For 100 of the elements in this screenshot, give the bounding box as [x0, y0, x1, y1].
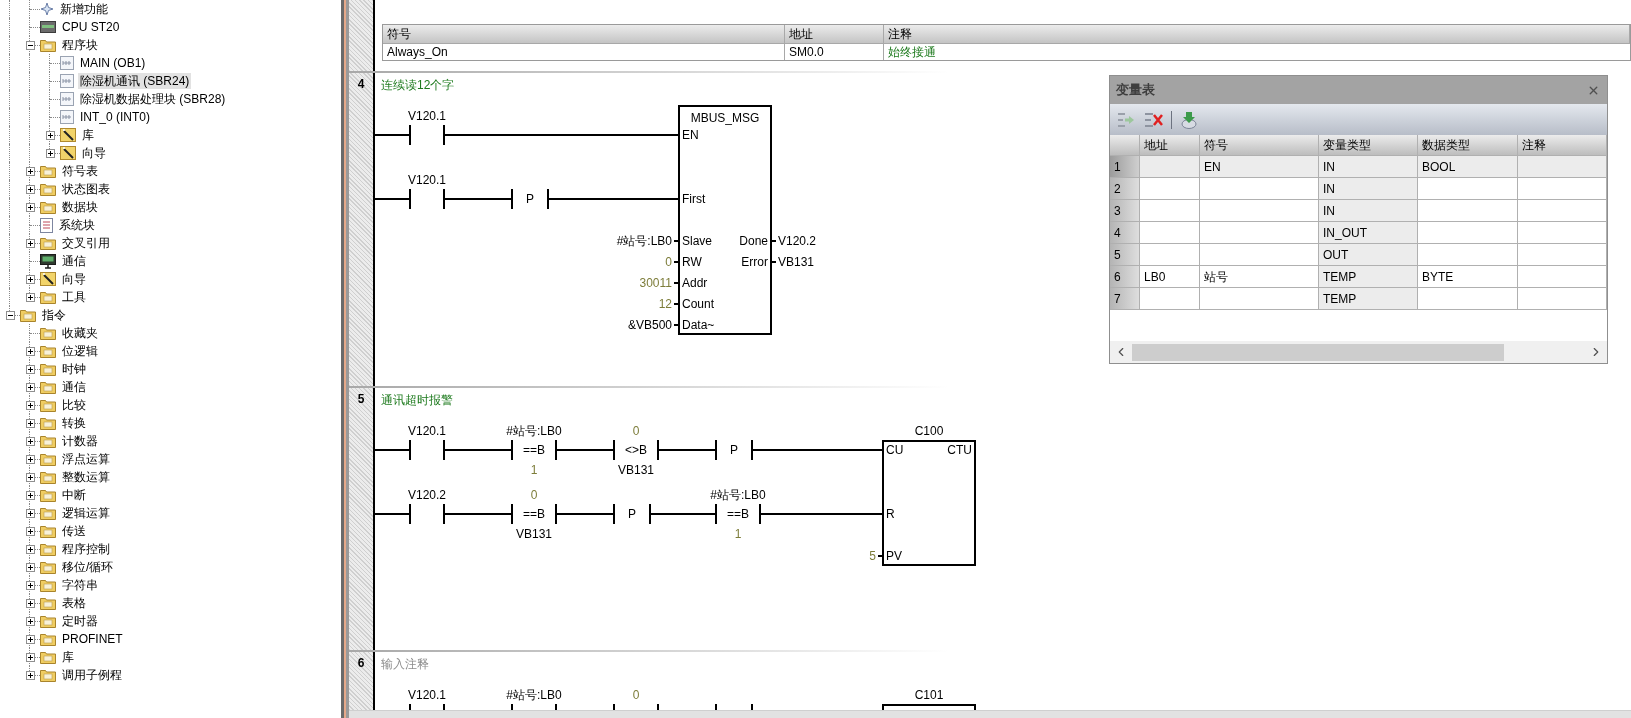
expand-button[interactable]	[45, 148, 55, 158]
row-header[interactable]: 1	[1110, 156, 1140, 178]
row-header[interactable]: 7	[1110, 288, 1140, 310]
tree-item[interactable]: 浮点运算	[60, 451, 112, 467]
tree-item[interactable]: 程序控制	[60, 541, 112, 557]
expand-button[interactable]	[25, 616, 35, 626]
tree-item[interactable]: 除湿机数据处理块 (SBR28)	[78, 91, 228, 107]
expand-button[interactable]	[25, 184, 35, 194]
plus-icon	[27, 474, 33, 480]
tree-item[interactable]: 调用子例程	[60, 667, 124, 683]
expand-button[interactable]	[25, 670, 35, 680]
pin-label: EN	[682, 128, 699, 142]
tree-item[interactable]: 符号表	[60, 163, 100, 179]
expand-button[interactable]	[25, 346, 35, 356]
tree-item[interactable]: 向导	[80, 145, 108, 161]
tree-item[interactable]: PROFINET	[60, 631, 125, 647]
tree-item[interactable]: 交叉引用	[60, 235, 112, 251]
expand-button[interactable]	[25, 472, 35, 482]
operand-label: 12	[658, 297, 672, 311]
network-number: 5	[357, 391, 365, 407]
expand-button[interactable]	[25, 652, 35, 662]
row-header[interactable]: 4	[1110, 222, 1140, 244]
tree-item[interactable]: 工具	[60, 289, 88, 305]
expand-button[interactable]	[25, 382, 35, 392]
folder-icon	[40, 632, 56, 646]
expand-button[interactable]	[25, 598, 35, 608]
tree-item[interactable]: 计数器	[60, 433, 100, 449]
page-icon	[60, 56, 74, 70]
plus-icon	[27, 636, 33, 642]
horizontal-scrollbar[interactable]	[349, 710, 1631, 718]
expand-button[interactable]	[25, 508, 35, 518]
collapse-button[interactable]	[25, 40, 35, 50]
tree-item[interactable]: 转换	[60, 415, 88, 431]
tree-item[interactable]: 收藏夹	[60, 325, 100, 341]
delete-row-icon	[1144, 110, 1164, 129]
tree-item[interactable]: 时钟	[60, 361, 88, 377]
tree-item[interactable]: 通信	[60, 253, 88, 269]
tree-item[interactable]: 除湿机通讯 (SBR24)	[78, 73, 192, 89]
tree-item[interactable]: 移位/循环	[60, 559, 116, 575]
table-cell: 站号	[1200, 266, 1319, 288]
tree-item[interactable]: 库	[60, 649, 76, 665]
tree-item[interactable]: 程序块	[60, 37, 100, 53]
box-label: C101	[914, 688, 944, 702]
tree-item[interactable]: 字符串	[60, 577, 100, 593]
tree-item[interactable]: 定时器	[60, 613, 100, 629]
operand-label: V120.1	[408, 173, 446, 187]
expand-button[interactable]	[45, 130, 55, 140]
tree-item[interactable]: 位逻辑	[60, 343, 100, 359]
tree-item[interactable]: 库	[80, 127, 96, 143]
splitter[interactable]	[341, 0, 349, 718]
row-header[interactable]: 2	[1110, 178, 1140, 200]
tree-item[interactable]: 整数运算	[60, 469, 112, 485]
collapse-button[interactable]	[5, 310, 15, 320]
wire	[673, 261, 680, 263]
tree-item[interactable]: MAIN (OB1)	[78, 55, 148, 71]
tree-item[interactable]: 比较	[60, 397, 88, 413]
tree-item[interactable]: 传送	[60, 523, 88, 539]
expand-button[interactable]	[25, 364, 35, 374]
tree-item[interactable]: 中断	[60, 487, 88, 503]
expand-button[interactable]	[25, 400, 35, 410]
tree-item[interactable]: 通信	[60, 379, 88, 395]
row-header[interactable]: 3	[1110, 200, 1140, 222]
box-label: C100	[914, 424, 944, 438]
tree-item[interactable]: 新增功能	[58, 1, 110, 17]
expand-button[interactable]	[25, 274, 35, 284]
tree-item[interactable]: INT_0 (INT0)	[78, 109, 152, 125]
tree-item[interactable]: CPU ST20	[60, 19, 122, 35]
operand-label: #站号:LB0	[506, 424, 562, 438]
scrollbar-thumb[interactable]	[1132, 343, 1504, 361]
expand-button[interactable]	[25, 202, 35, 212]
tree-item[interactable]: 系统块	[57, 217, 97, 233]
table-cell: IN	[1319, 178, 1418, 200]
tree-item[interactable]: 表格	[60, 595, 88, 611]
expand-button[interactable]	[25, 238, 35, 248]
tree-item[interactable]: 逻辑运算	[60, 505, 112, 521]
expand-button[interactable]	[25, 634, 35, 644]
expand-button[interactable]	[25, 436, 35, 446]
expand-button[interactable]	[25, 580, 35, 590]
compare-contact: <>B	[613, 439, 659, 461]
row-header[interactable]: 5	[1110, 244, 1140, 266]
plus-icon	[27, 204, 33, 210]
table-cell	[1140, 178, 1200, 200]
network-comment[interactable]: 输入注释	[381, 656, 429, 674]
expand-button[interactable]	[25, 562, 35, 572]
row-header[interactable]: 6	[1110, 266, 1140, 288]
expand-button[interactable]	[25, 490, 35, 500]
tree-item[interactable]: 数据块	[60, 199, 100, 215]
expand-button[interactable]	[25, 544, 35, 554]
expand-button[interactable]	[25, 418, 35, 428]
expand-button[interactable]	[25, 292, 35, 302]
expand-button[interactable]	[25, 454, 35, 464]
cpu-icon	[40, 21, 56, 33]
expand-button[interactable]	[25, 166, 35, 176]
tree-item[interactable]: 状态图表	[60, 181, 112, 197]
network-comment[interactable]: 连续读12个字	[381, 77, 455, 95]
tree-item[interactable]: 向导	[60, 271, 88, 287]
network-comment[interactable]: 通讯超时报警	[381, 392, 453, 410]
expand-button[interactable]	[25, 526, 35, 536]
folder-icon	[40, 200, 56, 214]
tree-item[interactable]: 指令	[40, 307, 68, 323]
